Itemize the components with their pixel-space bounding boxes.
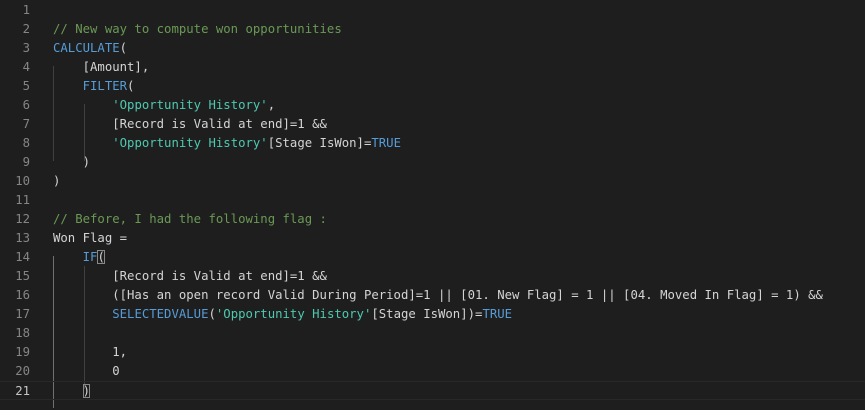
code-token: 'Opportunity History' [215, 307, 372, 321]
code-line[interactable]: 9 ) [0, 153, 865, 172]
code-line[interactable]: 21 ) [0, 381, 865, 400]
code-line[interactable]: 17 SELECTEDVALUE('Opportunity History'[S… [0, 305, 865, 324]
line-code: // Before, I had the following flag : [53, 210, 327, 229]
code-token: [Record is Valid at end]=1 && [53, 117, 327, 131]
code-token: // Before, I had the following flag : [53, 212, 327, 226]
line-code: [Amount], [53, 58, 150, 77]
code-token: ([Has an open record Valid During Period… [53, 288, 823, 302]
line-code: 0 [53, 362, 120, 381]
code-line[interactable]: 7 [Record is Valid at end]=1 && [0, 115, 865, 134]
line-code: ) [53, 153, 90, 172]
line-code: ) [53, 172, 60, 191]
code-token: TRUE [482, 307, 513, 321]
line-number: 21 [15, 384, 30, 398]
code-line[interactable]: 20 0 [0, 362, 865, 381]
matching-bracket: ( [97, 250, 105, 264]
code-token: , [267, 98, 276, 112]
line-number: 11 [15, 193, 30, 207]
code-line[interactable]: 2 // New way to compute won opportunities [0, 20, 865, 39]
code-token: // New way to compute won opportunities [53, 22, 342, 36]
line-code: [Record is Valid at end]=1 && [53, 115, 327, 134]
line-code: SELECTEDVALUE('Opportunity History'[Stag… [53, 305, 512, 324]
code-token: [Record is Valid at end]=1 && [53, 269, 327, 283]
line-number: 19 [15, 345, 30, 359]
line-number: 14 [15, 250, 30, 264]
line-number: 9 [22, 155, 30, 169]
code-line[interactable]: 3 CALCULATE( [0, 39, 865, 58]
line-number: 1 [22, 3, 30, 17]
line-code: // New way to compute won opportunities [53, 20, 342, 39]
code-token: IF [82, 250, 98, 264]
code-token: [Stage IsWon])= [371, 307, 483, 321]
code-token: ( [119, 41, 128, 55]
code-line[interactable]: 15 [Record is Valid at end]=1 && [0, 267, 865, 286]
line-code: FILTER( [53, 77, 135, 96]
code-line[interactable]: 5 FILTER( [0, 77, 865, 96]
code-token: 'Opportunity History' [112, 98, 268, 112]
code-token: CALCULATE [53, 41, 120, 55]
line-number: 15 [15, 269, 30, 283]
matching-bracket: ) [82, 384, 91, 398]
code-line[interactable]: 18 [0, 324, 865, 343]
code-line[interactable]: 6 'Opportunity History', [0, 96, 865, 115]
code-token: 0 [53, 364, 120, 378]
code-token: Won Flag = [53, 231, 128, 245]
code-token: TRUE [371, 136, 401, 150]
code-line[interactable]: 11 [0, 191, 865, 210]
line-number: 17 [15, 307, 30, 321]
line-number: 18 [15, 326, 30, 340]
line-code: Won Flag = [53, 229, 127, 248]
line-number: 20 [15, 364, 30, 378]
code-line[interactable]: 16 ([Has an open record Valid During Per… [0, 286, 865, 305]
line-code: ([Has an open record Valid During Period… [53, 286, 823, 305]
code-line[interactable]: 19 1, [0, 343, 865, 362]
line-code: 1, [53, 343, 127, 362]
line-number: 4 [22, 60, 30, 74]
line-code: CALCULATE( [53, 39, 127, 58]
code-token: [Stage IsWon]= [267, 136, 372, 150]
line-code: IF( [53, 248, 105, 267]
code-token: ) [53, 155, 91, 169]
code-line[interactable]: 12 // Before, I had the following flag : [0, 210, 865, 229]
line-number: 12 [15, 212, 30, 226]
code-token: 'Opportunity History' [112, 136, 268, 150]
code-line[interactable]: 14 IF( [0, 248, 865, 267]
line-number: 8 [22, 136, 30, 150]
line-number: 5 [22, 79, 30, 93]
line-code: 'Opportunity History', [53, 96, 275, 115]
code-line[interactable]: 8 'Opportunity History'[Stage IsWon]=TRU… [0, 134, 865, 153]
code-token: ( [208, 307, 216, 321]
code-line[interactable]: 4 [Amount], [0, 58, 865, 77]
line-code: [Record is Valid at end]=1 && [53, 267, 327, 286]
code-token: SELECTEDVALUE [112, 307, 209, 321]
code-line[interactable]: 10) [0, 172, 865, 191]
code-token: 1, [53, 345, 128, 359]
line-number: 6 [22, 98, 30, 112]
code-token: [Amount], [53, 60, 150, 74]
line-number: 13 [15, 231, 30, 245]
line-number: 16 [15, 288, 30, 302]
code-token: FILTER [82, 79, 128, 93]
line-number: 3 [22, 41, 30, 55]
line-number: 7 [22, 117, 30, 131]
line-number: 10 [15, 174, 30, 188]
code-token: ( [127, 79, 135, 93]
code-editor[interactable]: 1 2// New way to compute won opportunitie… [0, 0, 865, 410]
line-code: 'Opportunity History'[Stage IsWon]=TRUE [53, 134, 401, 153]
code-line[interactable]: 1 [0, 1, 865, 20]
line-code: ) [53, 382, 91, 401]
code-token: ) [53, 174, 61, 188]
code-line[interactable]: 13 Won Flag = [0, 229, 865, 248]
line-number: 2 [22, 22, 30, 36]
